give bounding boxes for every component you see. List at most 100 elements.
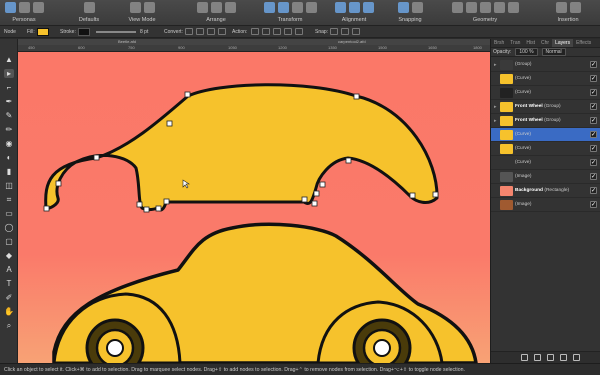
convert-smooth-button[interactable] <box>196 28 204 35</box>
eraser-tool-icon[interactable]: ◫ <box>4 181 14 190</box>
layer-opacity-icon[interactable] <box>521 354 528 361</box>
node-handle[interactable] <box>319 181 326 188</box>
node-handle[interactable] <box>313 190 320 197</box>
snap-option-2-button[interactable] <box>341 28 349 35</box>
layer-visibility-checkbox[interactable]: ✓ <box>590 89 597 96</box>
hand-tool-icon[interactable]: ✋ <box>4 307 14 316</box>
frame-text-tool-icon[interactable]: T <box>4 279 14 288</box>
corner-tool-icon[interactable]: ⌐ <box>4 83 14 92</box>
alignment-button[interactable]: Alignment <box>332 2 376 24</box>
pencil-tool-icon[interactable]: ✎ <box>4 111 14 120</box>
smooth-curve-button[interactable] <box>273 28 281 35</box>
selected-body-curve[interactable] <box>44 83 439 212</box>
node-handle[interactable] <box>353 93 360 100</box>
node-handle[interactable] <box>432 191 439 198</box>
layer-expand-icon[interactable]: ▸ <box>494 118 497 124</box>
tab-layers[interactable]: Layers <box>552 39 574 47</box>
node-handle[interactable] <box>143 206 150 213</box>
tab-brushes[interactable]: Brsh <box>491 39 507 47</box>
node-handle[interactable] <box>163 198 170 205</box>
stroke-swatch[interactable] <box>78 28 90 36</box>
snap-option-3-button[interactable] <box>352 28 360 35</box>
stroke-width-slider[interactable] <box>96 31 136 33</box>
layer-row[interactable]: Background (Rectangle) ✓ <box>491 184 600 198</box>
layer-row[interactable]: (Image) ✓ <box>491 198 600 212</box>
node-handle[interactable] <box>166 120 173 127</box>
layer-row[interactable]: (Curve) ✓ <box>491 142 600 156</box>
layer-row[interactable]: (Curve) ✓ <box>491 72 600 86</box>
snap-option-1-button[interactable] <box>330 28 338 35</box>
snapping-button[interactable]: Snapping <box>390 2 430 24</box>
layer-visibility-checkbox[interactable]: ✓ <box>590 75 597 82</box>
convert-sharp-button[interactable] <box>185 28 193 35</box>
blend-mode-select[interactable]: Normal <box>541 48 566 56</box>
transform-button[interactable]: Transform <box>262 2 318 24</box>
rounded-rectangle-tool-icon[interactable]: ▢ <box>4 237 14 246</box>
add-layer-icon[interactable] <box>560 354 567 361</box>
layer-visibility-checkbox[interactable]: ✓ <box>590 173 597 180</box>
close-curve-button[interactable] <box>262 28 270 35</box>
add-effects-icon[interactable] <box>547 354 554 361</box>
node-handle[interactable] <box>136 201 143 208</box>
layer-row[interactable]: ▸ Front Wheel (Group) ✓ <box>491 100 600 114</box>
add-adjustment-icon[interactable] <box>534 354 541 361</box>
crop-tool-icon[interactable]: ⌗ <box>4 195 14 204</box>
layer-row[interactable]: (Image) ✓ <box>491 170 600 184</box>
node-handle[interactable] <box>184 91 191 98</box>
layer-expand-icon[interactable]: ▸ <box>494 104 497 110</box>
insertion-button[interactable]: Insertion <box>548 2 588 24</box>
fill-swatch[interactable] <box>37 28 49 36</box>
layer-visibility-checkbox[interactable]: ✓ <box>590 159 597 166</box>
stroke-width-value[interactable]: 8 pt <box>140 29 148 35</box>
tab-history[interactable]: Hist <box>523 39 538 47</box>
tab-character[interactable]: Chr <box>538 39 552 47</box>
color-picker-tool-icon[interactable]: ✐ <box>4 293 14 302</box>
opacity-field[interactable]: 100 % <box>515 48 538 56</box>
layer-row[interactable]: (Curve) ✓ <box>491 156 600 170</box>
tab-transform[interactable]: Tran <box>507 39 523 47</box>
defaults-button[interactable]: Defaults <box>78 2 100 24</box>
geometry-button[interactable]: Geometry <box>446 2 524 24</box>
pen-tool-icon[interactable]: ✒ <box>4 97 14 106</box>
node-handle[interactable] <box>409 192 416 199</box>
join-curves-button[interactable] <box>284 28 292 35</box>
ellipse-tool-icon[interactable]: ◯ <box>4 223 14 232</box>
node-handle[interactable] <box>43 205 50 212</box>
reverse-curves-button[interactable] <box>295 28 303 35</box>
layer-row[interactable]: ▸ (Group) ✓ <box>491 58 600 72</box>
document-canvas[interactable] <box>18 52 490 363</box>
convert-smart-button[interactable] <box>207 28 215 35</box>
doc-tab-1[interactable]: Beetle.afd <box>118 39 136 44</box>
node-handle[interactable] <box>311 200 318 207</box>
transparency-tool-icon[interactable]: ◐ <box>4 153 14 162</box>
artistic-text-tool-icon[interactable]: A <box>4 265 14 274</box>
layer-row[interactable]: (Curve) ✓ <box>491 128 600 142</box>
layer-visibility-checkbox[interactable]: ✓ <box>590 117 597 124</box>
rectangle-tool-icon[interactable]: ▭ <box>4 209 14 218</box>
node-handle[interactable] <box>55 180 62 187</box>
layer-visibility-checkbox[interactable]: ✓ <box>590 201 597 208</box>
shape-tool-icon[interactable]: ◆ <box>4 251 14 260</box>
layer-row[interactable]: (Curve) ✓ <box>491 86 600 100</box>
arrange-button[interactable]: Arrange <box>196 2 236 24</box>
layer-visibility-checkbox[interactable]: ✓ <box>590 131 597 138</box>
node-handle[interactable] <box>301 196 308 203</box>
personas-button[interactable]: Personas <box>4 2 44 24</box>
layer-visibility-checkbox[interactable]: ✓ <box>590 187 597 194</box>
node-handle[interactable] <box>93 154 100 161</box>
node-tool-icon[interactable]: ▸ <box>4 69 14 78</box>
move-tool-icon[interactable]: ▲ <box>4 55 14 64</box>
pixel-tool-icon[interactable]: ▮ <box>4 167 14 176</box>
layer-expand-icon[interactable]: ▸ <box>494 62 497 68</box>
layer-visibility-checkbox[interactable]: ✓ <box>590 145 597 152</box>
layer-visibility-checkbox[interactable]: ✓ <box>590 103 597 110</box>
node-handle[interactable] <box>345 157 352 164</box>
zoom-tool-icon[interactable]: ⌕ <box>4 321 14 330</box>
vector-brush-tool-icon[interactable]: ✏ <box>4 125 14 134</box>
view-mode-button[interactable]: View Mode <box>124 2 160 24</box>
fill-tool-icon[interactable]: ◉ <box>4 139 14 148</box>
convert-to-line-button[interactable] <box>218 28 226 35</box>
tab-effects[interactable]: Effects <box>573 39 594 47</box>
node-handle[interactable] <box>155 205 162 212</box>
trash-icon[interactable] <box>573 354 580 361</box>
